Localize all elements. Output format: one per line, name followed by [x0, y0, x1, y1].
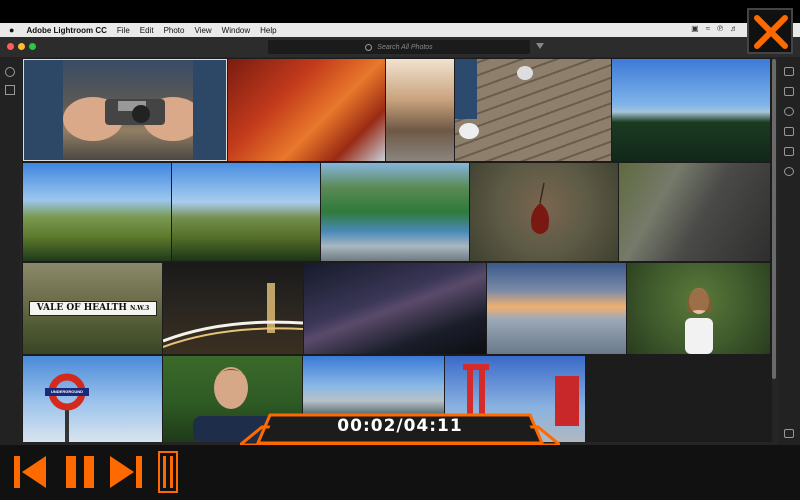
photo-grid: VALE OF HEALTH N.W.3 UNDERGROUND [22, 58, 772, 442]
menu-window[interactable]: Window [222, 26, 250, 35]
photo-forest-mountains[interactable] [612, 59, 770, 161]
status-icons: ▣ ≈ ℗ ♬ [691, 24, 738, 33]
healing-icon[interactable] [784, 107, 794, 116]
menu-app-name[interactable]: Adobe Lightroom CC [26, 26, 106, 35]
photo-green-hill-1[interactable] [23, 163, 171, 261]
bookmark-button[interactable] [158, 450, 178, 494]
window-controls [7, 43, 36, 50]
title-bar: Search All Photos [0, 37, 800, 57]
brush-icon[interactable] [784, 127, 794, 136]
menu-help[interactable]: Help [260, 26, 276, 35]
radial-icon[interactable] [784, 167, 794, 176]
girl-graphic [685, 288, 713, 354]
menu-photo[interactable]: Photo [164, 26, 185, 35]
display-icon[interactable]: ▣ [691, 24, 699, 33]
vale-sign-suffix: N.W.3 [129, 305, 150, 312]
leaf-graphic [531, 182, 549, 234]
minimize-window-button[interactable] [18, 43, 25, 50]
photo-beach-sunset[interactable] [487, 263, 626, 354]
wifi-icon[interactable]: ≈ [706, 24, 710, 33]
photo-red-ivy[interactable] [228, 59, 385, 161]
big-ben-graphic [163, 283, 303, 348]
skip-back-button[interactable] [12, 450, 48, 494]
pause-button[interactable] [62, 450, 98, 494]
close-player-button[interactable] [747, 8, 793, 54]
close-window-button[interactable] [7, 43, 14, 50]
underground-graphic [45, 373, 89, 442]
zoom-window-button[interactable] [29, 43, 36, 50]
mac-menu-bar: ● Adobe Lightroom CC File Edit Photo Vie… [0, 23, 800, 37]
photo-milky-way[interactable] [304, 263, 486, 354]
camera-graphic [23, 59, 227, 161]
pause-icon [66, 456, 94, 488]
photo-camera-hands[interactable] [23, 59, 227, 161]
menu-file[interactable]: File [117, 26, 130, 35]
gradient-icon[interactable] [784, 147, 794, 156]
vale-sign-text: VALE OF HEALTH [36, 303, 127, 313]
photo-alley-street[interactable] [386, 59, 454, 161]
photo-stone-wall-road[interactable] [619, 163, 770, 261]
vale-sign-board: VALE OF HEALTH N.W.3 [29, 301, 157, 316]
menu-edit[interactable]: Edit [140, 26, 154, 35]
underground-sign-text: UNDERGROUND [51, 389, 83, 394]
photo-vale-of-health-sign[interactable]: VALE OF HEALTH N.W.3 [23, 263, 162, 354]
timecode-panel: 00:02/04:11 [240, 413, 560, 445]
library-icon[interactable] [5, 85, 15, 95]
photo-green-hill-2[interactable] [172, 163, 320, 261]
photo-underground-sign[interactable]: UNDERGROUND [23, 356, 162, 442]
photo-girl-portrait[interactable] [627, 263, 770, 354]
photo-wooden-deck-feet[interactable] [455, 59, 611, 161]
skip-forward-icon [110, 456, 142, 488]
skip-forward-button[interactable] [108, 450, 144, 494]
photo-river-forest[interactable] [321, 163, 469, 261]
edit-sliders-icon[interactable] [784, 67, 794, 76]
search-input[interactable]: Search All Photos [268, 40, 530, 54]
tag-icon[interactable] [784, 429, 794, 438]
skip-back-icon [14, 456, 46, 488]
bluetooth-icon[interactable]: ℗ [717, 24, 723, 33]
photo-big-ben-night[interactable] [163, 263, 303, 354]
apple-menu-icon[interactable]: ● [9, 25, 14, 35]
player-controls [0, 445, 800, 500]
search-icon [365, 43, 373, 51]
menu-view[interactable]: View [194, 26, 211, 35]
bookmark-icon [158, 451, 178, 493]
feet-graphic [455, 59, 533, 139]
grid-scrollbar[interactable] [772, 59, 776, 379]
playback-timecode: 00:02/04:11 [337, 416, 463, 436]
add-photos-icon[interactable] [5, 67, 15, 77]
search-placeholder: Search All Photos [377, 43, 433, 51]
volume-icon[interactable]: ♬ [730, 24, 738, 33]
crop-icon[interactable] [784, 87, 794, 96]
right-toolbar [778, 57, 800, 500]
filter-icon[interactable] [536, 43, 544, 49]
photo-autumn-leaf[interactable] [470, 163, 618, 261]
close-icon [754, 15, 788, 49]
left-toolbar [0, 57, 20, 500]
